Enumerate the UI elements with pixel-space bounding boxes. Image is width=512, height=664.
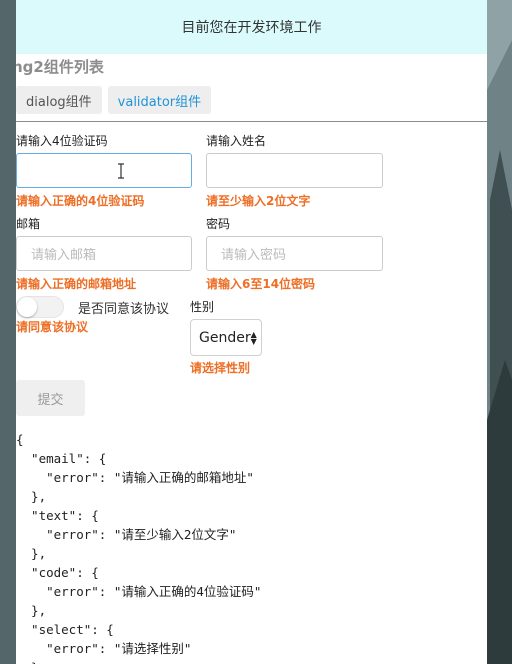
- password-error: 请输入6至14位密码: [206, 277, 316, 291]
- name-error: 请至少输入2位文字: [206, 194, 311, 208]
- code-input[interactable]: [16, 153, 192, 188]
- agree-error: 请同意该协议: [16, 320, 89, 334]
- select-arrows-icon: ▲ ▼: [250, 329, 257, 346]
- name-label: 请输入姓名: [206, 134, 267, 148]
- name-input[interactable]: [206, 153, 383, 188]
- code-error: 请输入正确的4位验证码: [16, 194, 145, 208]
- email-error: 请输入正确的邮箱地址: [16, 277, 137, 291]
- gender-select[interactable]: Gender ▲ ▼: [190, 319, 262, 356]
- gender-selected-value: Gender: [199, 329, 251, 346]
- password-input[interactable]: 请输入密码: [206, 236, 383, 271]
- divider: [16, 121, 487, 122]
- email-input[interactable]: 请输入邮箱: [16, 236, 192, 271]
- tab-dialog[interactable]: dialog组件: [16, 86, 102, 114]
- code-label: 请输入4位验证码: [16, 134, 108, 148]
- gender-label: 性别: [190, 300, 215, 314]
- submit-button[interactable]: 提交: [16, 380, 85, 416]
- component-tabs: dialog组件 validator组件: [16, 86, 212, 114]
- gender-error: 请选择性别: [190, 361, 251, 375]
- tab-validator[interactable]: validator组件: [107, 86, 212, 114]
- text-cursor-icon: [118, 163, 124, 179]
- agree-label: 是否同意该协议: [78, 302, 170, 317]
- email-label: 邮箱: [16, 217, 41, 231]
- environment-banner: 目前您在开发环境工作: [16, 0, 487, 54]
- app-panel: 目前您在开发环境工作 ng2组件列表 dialog组件 validator组件 …: [16, 0, 487, 664]
- password-label: 密码: [206, 217, 231, 231]
- json-output: { "email": { "error": "请输入正确的邮箱地址" }, "t…: [16, 432, 262, 664]
- toggle-knob: [17, 297, 37, 317]
- page-title: ng2组件列表: [16, 58, 104, 76]
- agree-toggle[interactable]: [16, 296, 64, 318]
